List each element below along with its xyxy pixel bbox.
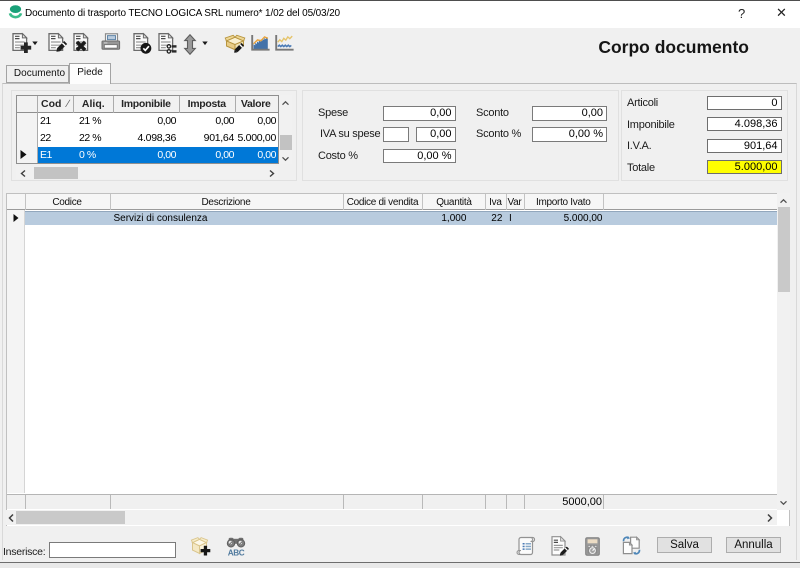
svg-text:ABC: ABC [228,548,245,557]
